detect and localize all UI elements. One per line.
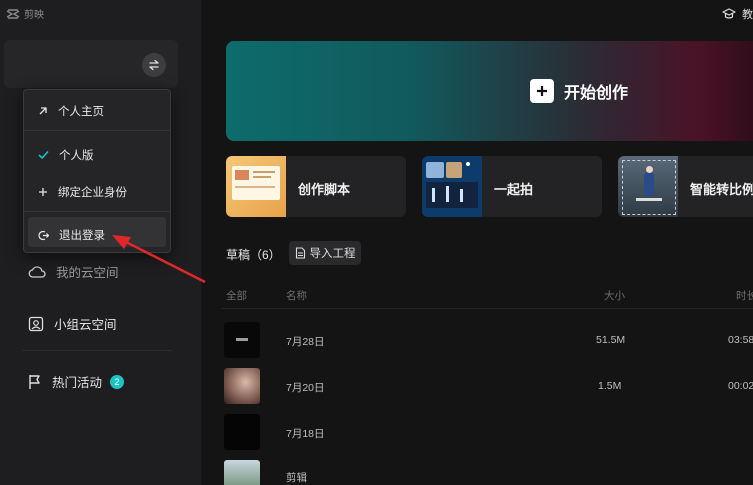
card-script[interactable]: 创作脚本 bbox=[226, 156, 406, 217]
header-divider bbox=[222, 308, 753, 309]
draft-name[interactable]: 7月18日 bbox=[286, 426, 325, 441]
column-header-all[interactable]: 全部 bbox=[226, 288, 247, 303]
draft-name[interactable]: 7月20日 bbox=[286, 380, 325, 395]
column-header-time[interactable]: 时长 bbox=[736, 288, 753, 303]
import-project-label: 导入工程 bbox=[309, 248, 356, 260]
draft-duration: 00:02 bbox=[728, 380, 753, 392]
shoot-together-thumbnail bbox=[422, 156, 482, 217]
drafts-title: 草稿（6） bbox=[226, 248, 281, 262]
start-creation-button[interactable]: 开始创作 bbox=[530, 79, 628, 103]
draft-size: 51.5M bbox=[596, 334, 626, 346]
draft-thumbnail[interactable] bbox=[224, 460, 260, 485]
draft-name[interactable]: 剪辑 bbox=[286, 470, 307, 485]
draft-thumbnail[interactable] bbox=[224, 368, 260, 404]
column-header-name[interactable]: 名称 bbox=[286, 288, 307, 303]
tutorial-label: 教 bbox=[742, 9, 753, 21]
card-label: 创作脚本 bbox=[298, 182, 351, 197]
card-label: 一起拍 bbox=[494, 182, 534, 197]
card-label: 智能转比例 bbox=[690, 182, 753, 197]
import-project-button[interactable]: 导入工程 bbox=[289, 241, 361, 265]
draft-size: 1.5M bbox=[598, 380, 622, 392]
start-creation-label: 开始创作 bbox=[564, 85, 629, 102]
column-header-size[interactable]: 大小 bbox=[604, 288, 625, 303]
plus-icon bbox=[530, 79, 554, 103]
draft-thumbnail[interactable] bbox=[224, 414, 260, 450]
draft-name[interactable]: 7月28日 bbox=[286, 334, 325, 349]
card-shoot-together[interactable]: 一起拍 bbox=[422, 156, 602, 217]
card-smart-aspect-ratio[interactable]: 智能转比例 bbox=[618, 156, 753, 217]
script-thumbnail bbox=[226, 156, 286, 217]
graduation-cap-icon bbox=[722, 8, 736, 19]
draft-duration: 03:58 bbox=[728, 334, 753, 346]
document-icon bbox=[295, 247, 305, 259]
tutorial-link[interactable]: 教 bbox=[722, 6, 753, 22]
start-creation-banner[interactable] bbox=[226, 41, 753, 141]
draft-thumbnail[interactable] bbox=[224, 322, 260, 358]
aspect-ratio-thumbnail bbox=[618, 156, 678, 217]
